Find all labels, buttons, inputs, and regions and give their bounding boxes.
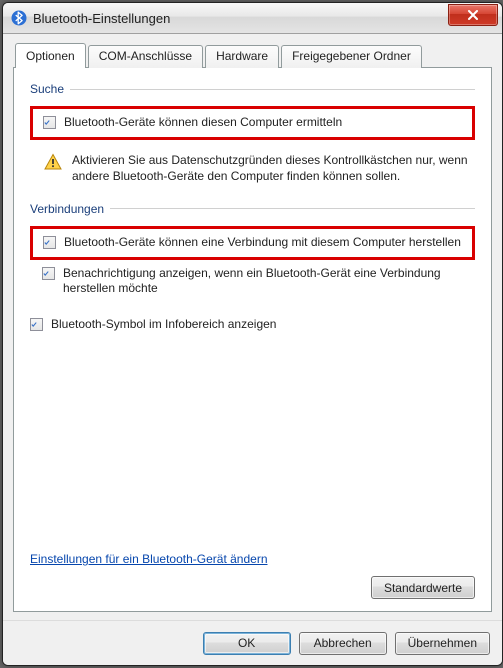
close-button[interactable]	[448, 4, 498, 26]
checkbox-discoverable[interactable]	[43, 116, 56, 129]
row-discoverable: Bluetooth-Geräte können diesen Computer …	[30, 106, 475, 140]
row-tray-icon: Bluetooth-Symbol im Infobereich anzeigen	[30, 315, 475, 335]
label-allow-connect: Bluetooth-Geräte können eine Verbindung …	[64, 235, 461, 251]
row-warning: Aktivieren Sie aus Datenschutzgründen di…	[30, 142, 475, 188]
window-title: Bluetooth-Einstellungen	[33, 11, 448, 26]
apply-button[interactable]: Übernehmen	[395, 632, 490, 655]
tab-hardware[interactable]: Hardware	[205, 45, 279, 68]
tab-page-optionen: Suche Bluetooth-Geräte können diesen Com…	[13, 67, 492, 612]
label-tray-icon: Bluetooth-Symbol im Infobereich anzeigen	[51, 317, 276, 333]
row-notify: Benachrichtigung anzeigen, wenn ein Blue…	[30, 264, 475, 299]
label-discoverable: Bluetooth-Geräte können diesen Computer …	[64, 115, 342, 131]
defaults-button[interactable]: Standardwerte	[371, 576, 475, 599]
row-allow-connect: Bluetooth-Geräte können eine Verbindung …	[30, 226, 475, 260]
close-icon	[467, 10, 479, 20]
checkbox-notify[interactable]	[42, 267, 55, 280]
ok-button[interactable]: OK	[203, 632, 291, 655]
label-notify: Benachrichtigung anzeigen, wenn ein Blue…	[63, 266, 475, 297]
warning-text: Aktivieren Sie aus Datenschutzgründen di…	[72, 152, 469, 184]
checkbox-tray-icon[interactable]	[30, 318, 43, 331]
warning-icon	[44, 153, 62, 171]
bluetooth-icon	[11, 10, 27, 26]
tab-com-anschluesse[interactable]: COM-Anschlüsse	[88, 45, 203, 68]
cancel-button[interactable]: Abbrechen	[299, 632, 387, 655]
group-rule	[70, 89, 475, 90]
title-bar[interactable]: Bluetooth-Einstellungen	[3, 3, 502, 34]
bluetooth-settings-window: Bluetooth-Einstellungen Optionen COM-Ans…	[2, 2, 503, 666]
tab-optionen[interactable]: Optionen	[15, 43, 86, 68]
checkbox-allow-connect[interactable]	[43, 236, 56, 249]
link-change-device-settings[interactable]: Einstellungen für ein Bluetooth-Gerät än…	[30, 548, 475, 566]
tab-strip: Optionen COM-Anschlüsse Hardware Freigeg…	[15, 45, 492, 68]
group-title-verbindungen: Verbindungen	[30, 202, 110, 216]
group-tray: Bluetooth-Symbol im Infobereich anzeigen	[30, 315, 475, 335]
group-rule	[110, 208, 475, 209]
client-area: Optionen COM-Anschlüsse Hardware Freigeg…	[3, 34, 502, 620]
tab-freigegebener-ordner[interactable]: Freigegebener Ordner	[281, 45, 422, 68]
group-verbindungen: Verbindungen Bluetooth-Geräte können ein…	[30, 202, 475, 299]
group-title-suche: Suche	[30, 82, 70, 96]
group-suche: Suche Bluetooth-Geräte können diesen Com…	[30, 82, 475, 188]
dialog-footer: OK Abbrechen Übernehmen	[3, 620, 502, 665]
